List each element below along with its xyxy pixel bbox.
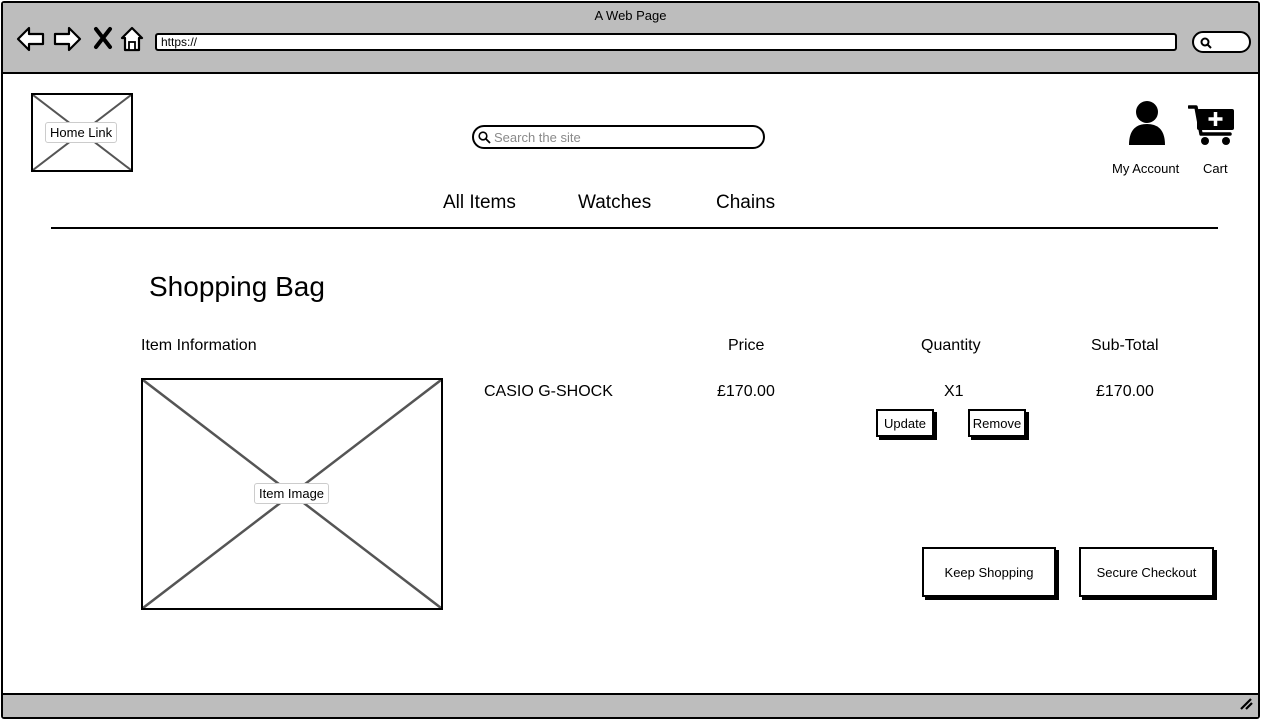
home-link-label: Home Link <box>45 122 118 143</box>
browser-search-field[interactable] <box>1192 31 1251 53</box>
shopping-cart-icon[interactable] <box>1187 104 1236 153</box>
user-account-icon[interactable] <box>1128 100 1166 151</box>
home-icon[interactable] <box>119 25 145 58</box>
nav-chains[interactable]: Chains <box>716 192 775 214</box>
keep-shopping-button[interactable]: Keep Shopping <box>922 547 1056 597</box>
update-quantity-button[interactable]: Update <box>876 409 934 437</box>
remove-item-button[interactable]: Remove <box>968 409 1026 437</box>
window-title: A Web Page <box>594 8 667 23</box>
col-header-price: Price <box>728 337 765 354</box>
item-price: £170.00 <box>717 383 775 400</box>
site-search-input[interactable] <box>494 128 754 146</box>
forward-arrow-icon[interactable] <box>52 25 82 58</box>
nav-all-items[interactable]: All Items <box>443 192 516 214</box>
home-link-logo[interactable]: Home Link <box>31 93 133 172</box>
back-arrow-icon[interactable] <box>16 25 46 58</box>
secure-checkout-button[interactable]: Secure Checkout <box>1079 547 1214 597</box>
col-header-quantity: Quantity <box>921 337 981 354</box>
header-divider <box>51 227 1218 229</box>
col-header-item-information: Item Information <box>141 337 257 354</box>
item-quantity: X1 <box>944 383 964 400</box>
site-search-box <box>472 125 765 149</box>
resize-grip-icon[interactable] <box>1238 696 1254 715</box>
url-bar[interactable]: https:// <box>155 33 1177 51</box>
item-name: CASIO G-SHOCK <box>484 383 613 400</box>
browser-chrome: A Web Page https:// <box>3 3 1258 74</box>
col-header-subtotal: Sub-Total <box>1091 337 1159 354</box>
item-image: Item Image <box>141 378 443 610</box>
nav-watches[interactable]: Watches <box>578 192 651 214</box>
search-icon <box>1200 37 1212 49</box>
stop-icon[interactable] <box>93 26 113 55</box>
browser-status-bar <box>3 693 1258 717</box>
search-icon <box>478 131 491 144</box>
my-account-link[interactable]: My Account <box>1112 161 1179 176</box>
item-subtotal: £170.00 <box>1096 383 1154 400</box>
cart-link[interactable]: Cart <box>1203 161 1228 176</box>
item-image-label: Item Image <box>254 483 330 504</box>
page-title: Shopping Bag <box>149 271 325 302</box>
browser-window: A Web Page https:// Home Link My Account <box>1 1 1260 719</box>
